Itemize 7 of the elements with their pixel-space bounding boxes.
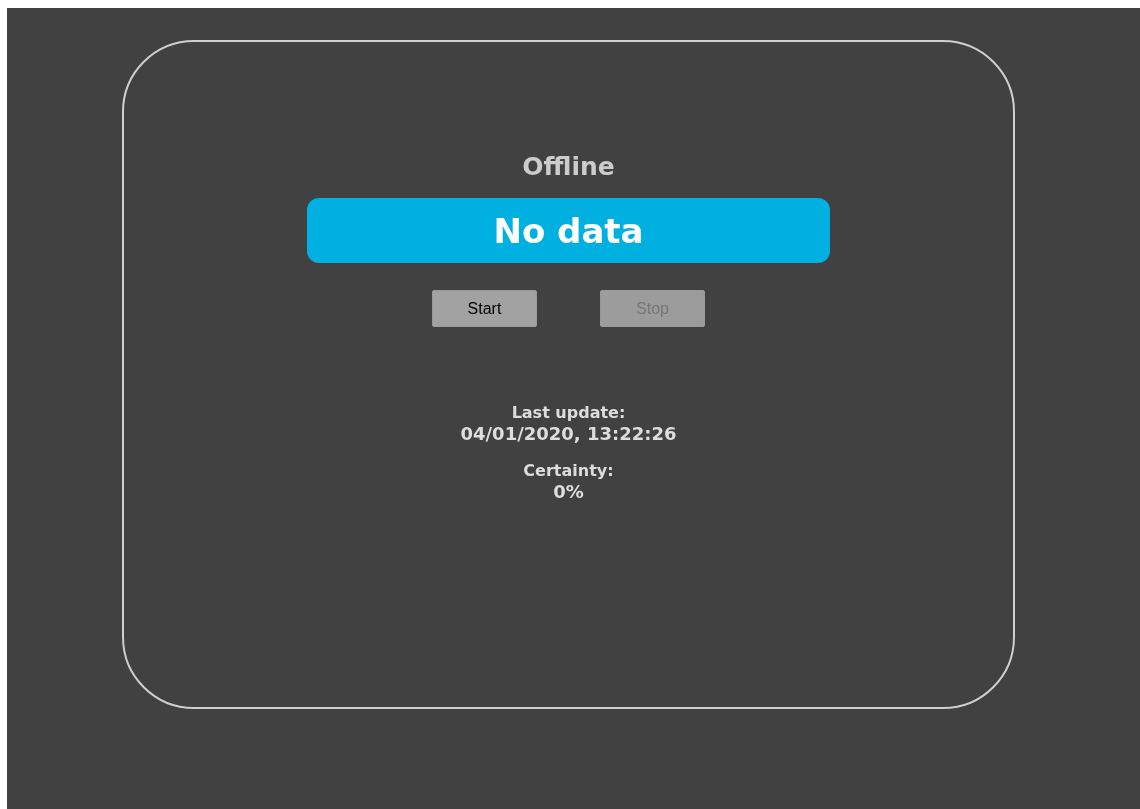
info-label: Last update:	[511, 402, 626, 423]
info-value: 0%	[553, 481, 584, 502]
status-text: Offline	[522, 152, 615, 181]
action-button[interactable]: Start	[432, 290, 537, 327]
info-label: Certainty:	[523, 460, 614, 481]
info-value: 04/01/2020, 13:22:26	[460, 423, 677, 444]
data-display: No data	[307, 198, 830, 263]
